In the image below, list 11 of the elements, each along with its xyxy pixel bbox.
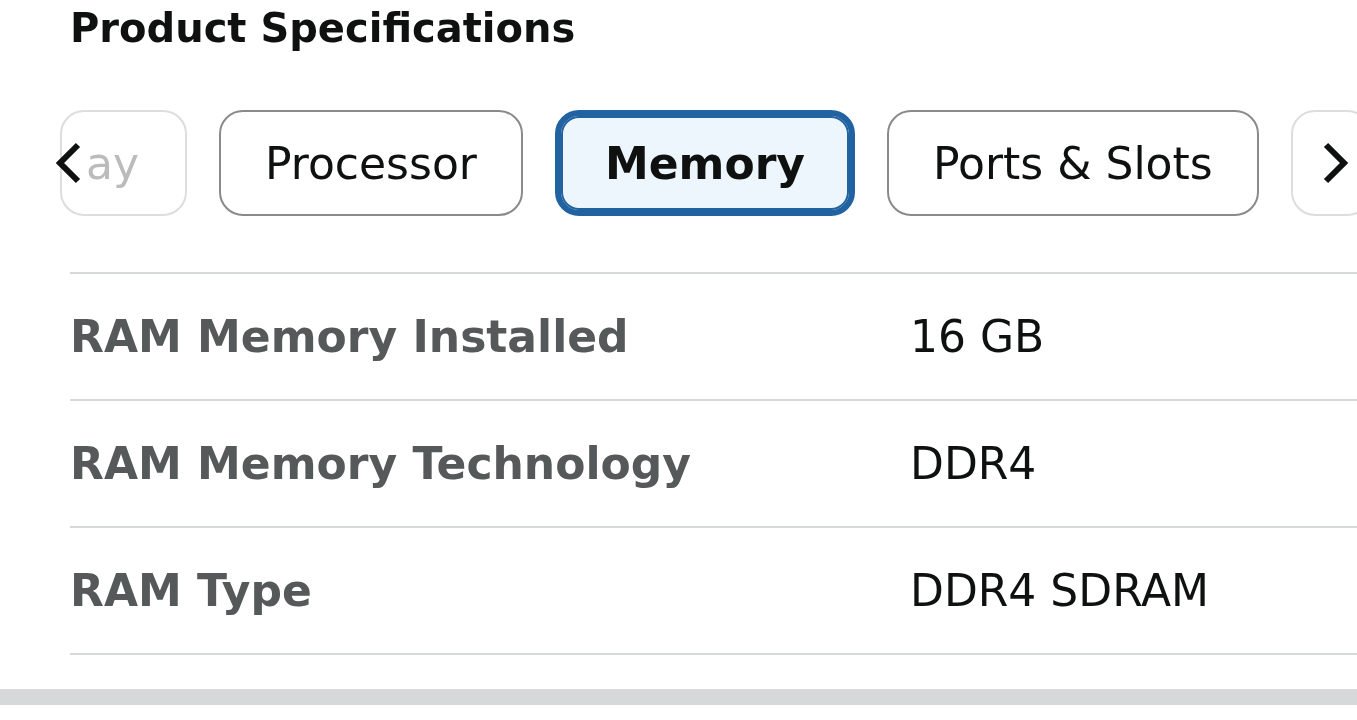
spec-label: RAM Memory Technology: [70, 438, 692, 489]
category-tab[interactable]: Ports & Slots: [887, 110, 1259, 216]
spec-value: DDR4 SDRAM: [910, 565, 1210, 616]
spec-label: RAM Memory Installed: [70, 311, 630, 362]
spec-value: 16 GB: [910, 311, 1046, 362]
category-tab[interactable]: Memory: [554, 110, 856, 216]
category-tab[interactable]: Processor: [219, 110, 523, 216]
category-tab[interactable]: [1290, 110, 1357, 216]
spec-label: RAM Type: [70, 565, 313, 616]
spec-value: DDR4: [910, 438, 1038, 489]
section-heading: Product Specifications: [69, 4, 577, 53]
